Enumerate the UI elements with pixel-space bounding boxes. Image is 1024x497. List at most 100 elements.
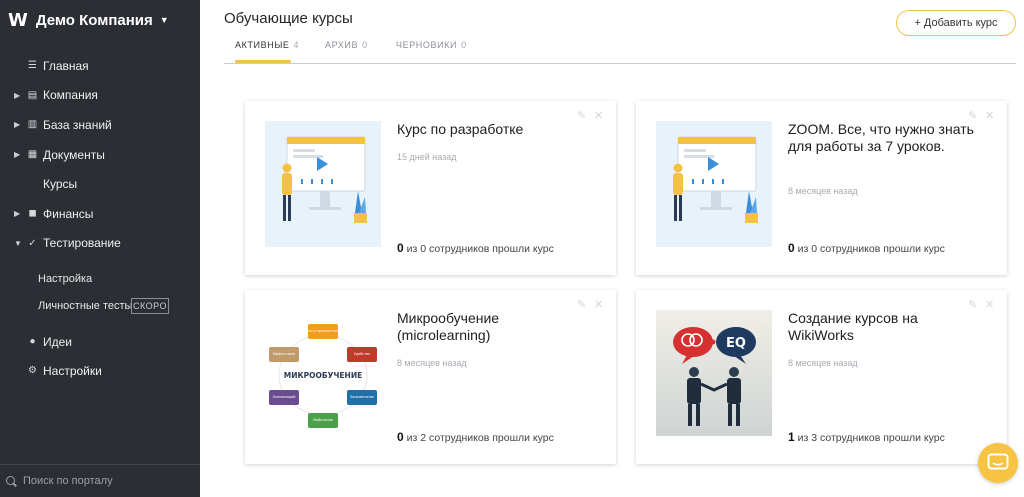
- stats-text: из 0 сотрудников прошли курс: [797, 243, 945, 255]
- course-stats: 0 из 0 сотрудников прошли курс: [397, 241, 554, 255]
- tab-archive[interactable]: АРХИВ 0: [325, 40, 368, 50]
- sidebar-item-label: Идеи: [43, 334, 73, 349]
- sidebar-item-company[interactable]: ▶ ▤ Компания: [0, 81, 200, 111]
- pencil-icon[interactable]: ✎: [577, 111, 587, 122]
- diagram-node: Запоминание: [350, 395, 374, 399]
- passed-count: 0: [397, 241, 404, 255]
- course-stats: 0 из 0 сотрудников прошли курс: [788, 241, 945, 255]
- sidebar-item-settings[interactable]: ⚙ Настройки: [0, 356, 200, 386]
- chevron-right-icon: ▶: [14, 120, 21, 130]
- sidebar-item-label: Курсы: [43, 177, 78, 192]
- sidebar-item-label: Тестирование: [43, 236, 121, 251]
- sidebar-item-courses[interactable]: Курсы: [0, 169, 200, 199]
- diagram-node: Эффективно: [273, 352, 296, 356]
- course-thumbnail: МИКРООБУЧЕНИЕ Цели и предпочтения Удобст…: [265, 310, 381, 436]
- stats-text: из 2 сотрудников прошли курс: [406, 432, 554, 444]
- course-stats: 0 из 2 сотрудников прошли курс: [397, 430, 554, 444]
- course-thumbnail: EQ: [656, 310, 772, 436]
- test-icon: ✓: [28, 237, 37, 249]
- document-icon: ▦: [27, 149, 38, 161]
- tab-drafts[interactable]: ЧЕРНОВИКИ 0: [396, 40, 467, 50]
- course-stats: 1 из 3 сотрудников прошли курс: [788, 430, 945, 444]
- search-input[interactable]: Поиск по порталу: [23, 475, 113, 487]
- diagram-node: Цели и предпочтения: [303, 329, 342, 333]
- sidebar-subitem-settings[interactable]: Настройка: [38, 273, 92, 285]
- course-tabs: АКТИВНЫЕ 4 АРХИВ 0 ЧЕРНОВИКИ 0: [224, 38, 1016, 64]
- chat-button[interactable]: [978, 443, 1018, 483]
- company-name: Демо Компания: [35, 11, 153, 29]
- page-title: Обучающие курсы: [224, 10, 353, 27]
- diagram-center-label: МИКРООБУЧЕНИЕ: [284, 371, 362, 380]
- chevron-right-icon: ▶: [14, 209, 21, 219]
- sidebar-item-ideas[interactable]: ● Идеи: [0, 327, 200, 357]
- diagram-node: Удобство: [354, 352, 371, 356]
- course-date: 8 месяцев назад: [788, 358, 858, 368]
- sidebar-item-documents[interactable]: ▶ ▦ Документы: [0, 140, 200, 170]
- stats-text: из 0 сотрудников прошли курс: [406, 243, 554, 255]
- course-card[interactable]: Курс по разработке 15 дней назад 0 из 0 …: [245, 101, 616, 275]
- building-icon: ▤: [27, 89, 38, 101]
- course-title[interactable]: Микрообучение (microlearning): [397, 310, 587, 344]
- company-switcher[interactable]: W Демо Компания ▼: [8, 9, 169, 31]
- chat-icon: [987, 453, 1009, 470]
- pencil-icon[interactable]: ✎: [577, 300, 587, 311]
- course-date: 8 месяцев назад: [788, 186, 858, 196]
- close-icon[interactable]: ✕: [594, 111, 604, 122]
- list-icon: ☰: [28, 60, 37, 72]
- pencil-icon[interactable]: ✎: [968, 300, 978, 311]
- passed-count: 0: [788, 241, 795, 255]
- card-actions: ✎ ✕: [577, 111, 604, 122]
- main-nav: ☰ Главная ▶ ▤ Компания ▶ ▥ База знаний ▶…: [0, 51, 200, 258]
- gear-icon: ⚙: [28, 365, 37, 377]
- bulb-icon: ●: [29, 336, 36, 348]
- card-actions: ✎ ✕: [577, 300, 604, 311]
- course-card[interactable]: МИКРООБУЧЕНИЕ Цели и предпочтения Удобст…: [245, 290, 616, 464]
- sidebar-item-label: Финансы: [43, 206, 94, 221]
- card-actions: ✎ ✕: [968, 111, 995, 122]
- search-icon: [6, 476, 15, 485]
- sidebar-item-label: База знаний: [43, 117, 112, 132]
- sidebar-subitem-personality-tests[interactable]: Личностные тесты: [38, 300, 132, 312]
- active-tab-indicator: [235, 60, 291, 63]
- sidebar-item-finance[interactable]: ▶ ◼ Финансы: [0, 199, 200, 229]
- course-title[interactable]: ZOOM. Все, что нужно знать для работы за…: [788, 121, 978, 155]
- course-thumbnail: [265, 121, 381, 247]
- close-icon[interactable]: ✕: [985, 111, 995, 122]
- tab-label: ЧЕРНОВИКИ: [396, 40, 458, 50]
- tab-count: 0: [362, 40, 368, 50]
- chevron-down-icon: ▼: [14, 238, 22, 248]
- chevron-right-icon: ▶: [14, 150, 21, 160]
- tab-count: 0: [461, 40, 467, 50]
- sidebar-item-testing[interactable]: ▼ ✓ Тестирование: [0, 229, 200, 259]
- sidebar-item-label: Главная: [43, 58, 89, 73]
- course-date: 15 дней назад: [397, 152, 457, 162]
- add-course-button[interactable]: + Добавить курс: [896, 10, 1016, 36]
- portal-search[interactable]: Поиск по порталу: [0, 464, 200, 497]
- close-icon[interactable]: ✕: [985, 300, 995, 311]
- course-title[interactable]: Создание курсов на WikiWorks: [788, 310, 978, 344]
- finance-icon: ◼: [28, 208, 37, 220]
- course-card[interactable]: ZOOM. Все, что нужно знать для работы за…: [636, 101, 1007, 275]
- passed-count: 0: [397, 430, 404, 444]
- diagram-node: Экономящий: [273, 395, 296, 399]
- pencil-icon[interactable]: ✎: [968, 111, 978, 122]
- diagram-node: Мобильное: [313, 418, 333, 422]
- eq-label: EQ: [726, 336, 746, 351]
- tab-label: АКТИВНЫЕ: [235, 40, 290, 50]
- tab-label: АРХИВ: [325, 40, 359, 50]
- course-card[interactable]: EQ Создание курсов на WikiWorks 8 месяце…: [636, 290, 1007, 464]
- chevron-right-icon: ▶: [14, 90, 21, 100]
- course-title[interactable]: Курс по разработке: [397, 121, 587, 138]
- tab-active[interactable]: АКТИВНЫЕ 4: [235, 40, 299, 50]
- close-icon[interactable]: ✕: [594, 300, 604, 311]
- sidebar-item-knowledge-base[interactable]: ▶ ▥ База знаний: [0, 110, 200, 140]
- sidebar-item-label: Компания: [43, 88, 98, 103]
- book-icon: ▥: [27, 119, 38, 131]
- sidebar-item-home[interactable]: ☰ Главная: [0, 51, 200, 81]
- sidebar-item-label: Настройки: [43, 363, 102, 378]
- sidebar: W Демо Компания ▼ ☰ Главная ▶ ▤ Компания…: [0, 0, 200, 497]
- card-actions: ✎ ✕: [968, 300, 995, 311]
- chevron-down-icon: ▼: [159, 15, 169, 25]
- course-thumbnail: [656, 121, 772, 247]
- soon-badge: СКОРО: [131, 298, 169, 314]
